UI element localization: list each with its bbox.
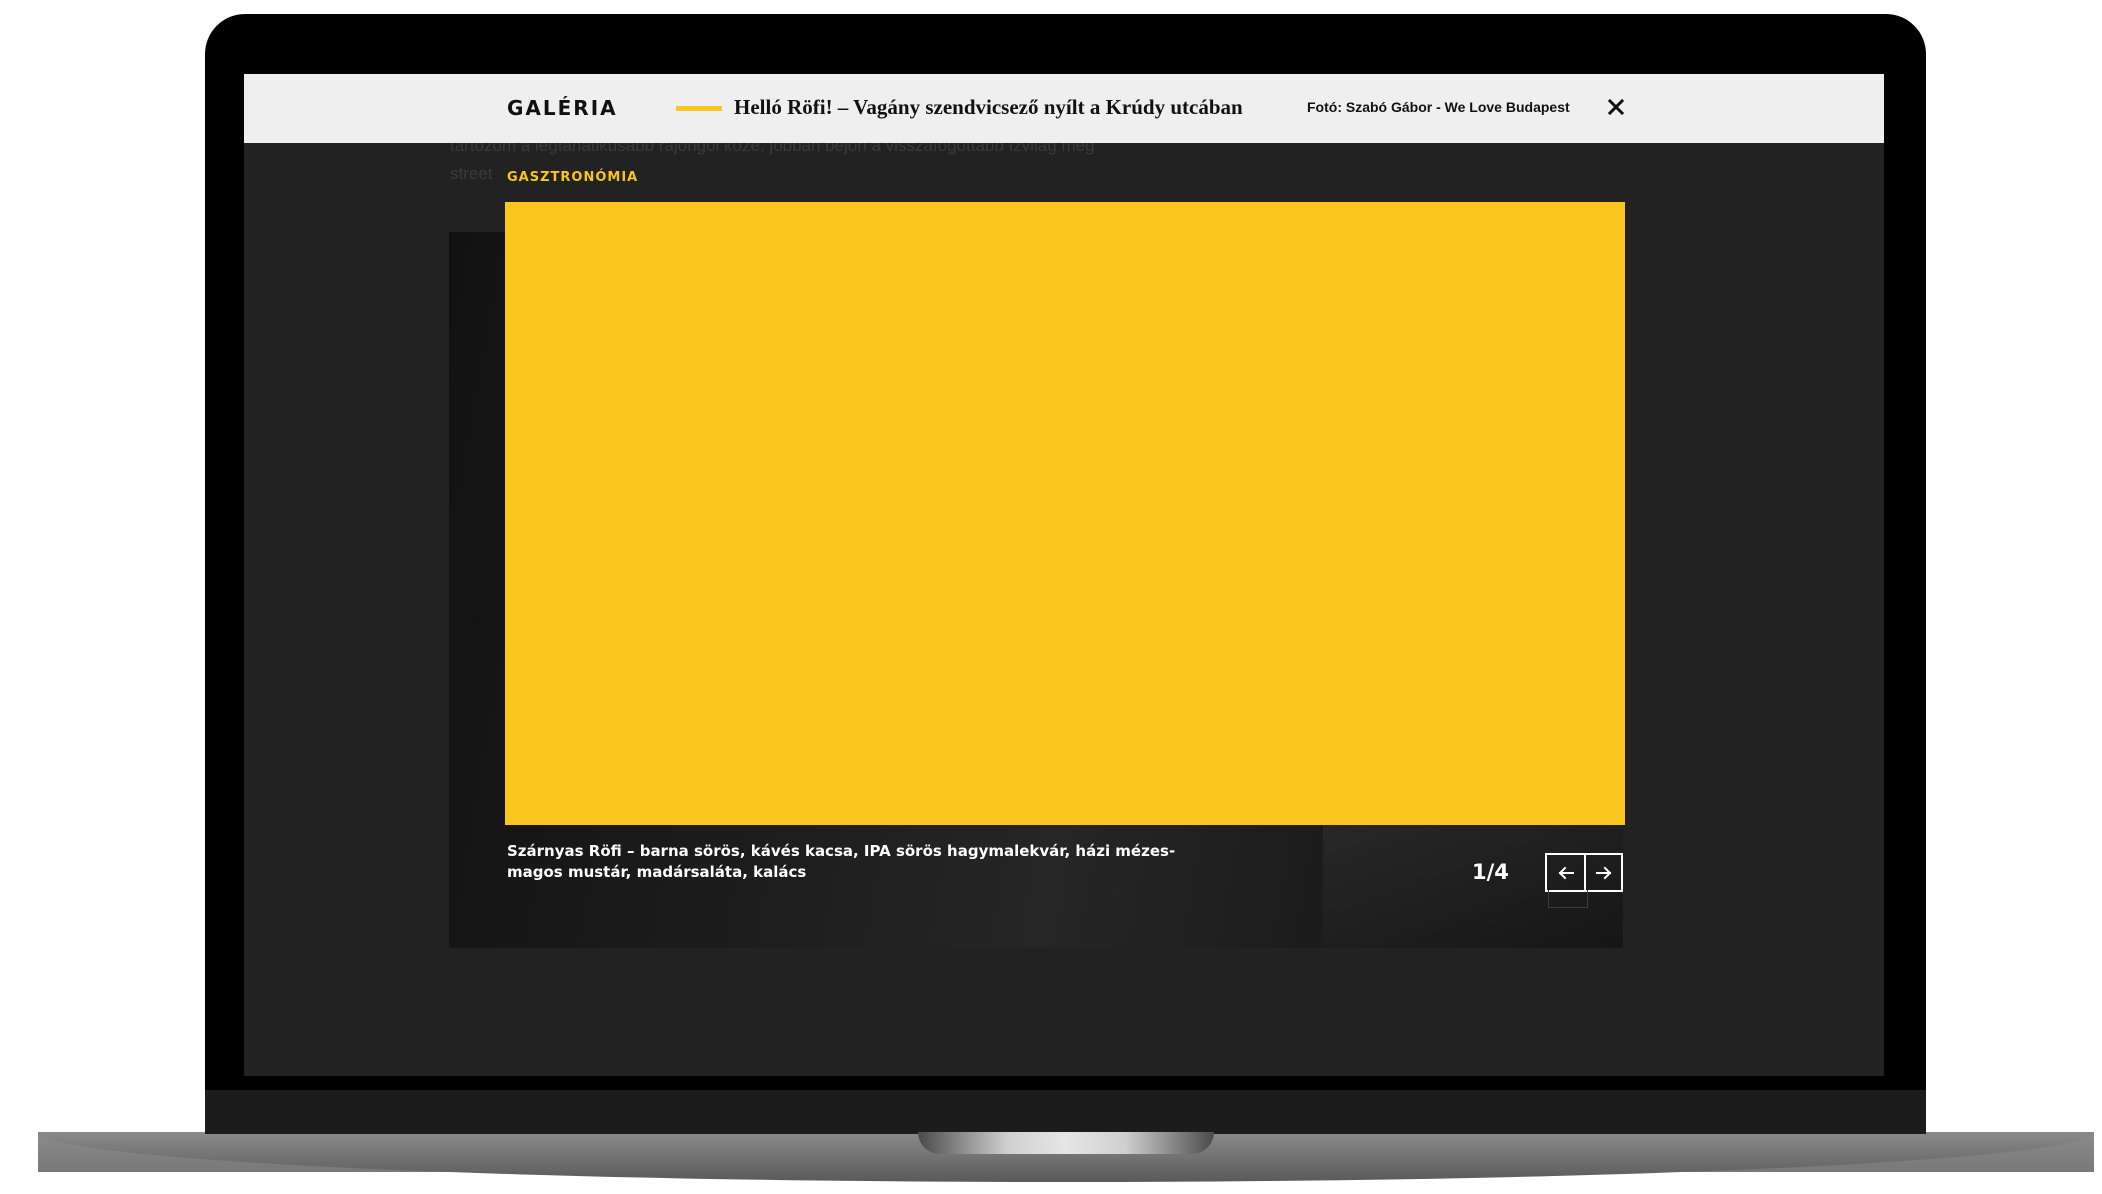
laptop-notch <box>918 1132 1214 1154</box>
gallery-title: GALÉRIA <box>507 96 618 120</box>
photo-credit: Fotó: Szabó Gábor - We Love Budapest <box>1307 99 1570 115</box>
close-icon <box>1608 99 1624 115</box>
laptop-chin <box>205 1090 1926 1134</box>
article-title: Helló Röfi! – Vagány szendvicsező nyílt … <box>734 95 1243 119</box>
category-tag: GASZTRONÓMIA <box>507 170 639 185</box>
arrow-left-icon <box>1558 866 1574 879</box>
gallery-header: GALÉRIA Helló Röfi! – Vagány szendvicsez… <box>244 74 1884 143</box>
previous-button[interactable] <box>1547 855 1584 890</box>
image-counter: 1/4 <box>1472 860 1509 884</box>
arrow-right-icon <box>1595 866 1611 879</box>
gallery-navigation <box>1545 853 1623 892</box>
next-button[interactable] <box>1584 855 1621 890</box>
background-nav-ghost <box>1548 890 1588 908</box>
close-button[interactable] <box>1601 92 1631 122</box>
image-caption: Szárnyas Röfi – barna sörös, kávés kacsa… <box>507 842 1176 881</box>
gallery-image[interactable] <box>505 202 1625 825</box>
background-article-text: street <box>450 164 493 183</box>
title-accent-dash <box>676 106 722 111</box>
screen: tartozom a legfanatikusabb rajongói közé… <box>244 74 1884 1076</box>
